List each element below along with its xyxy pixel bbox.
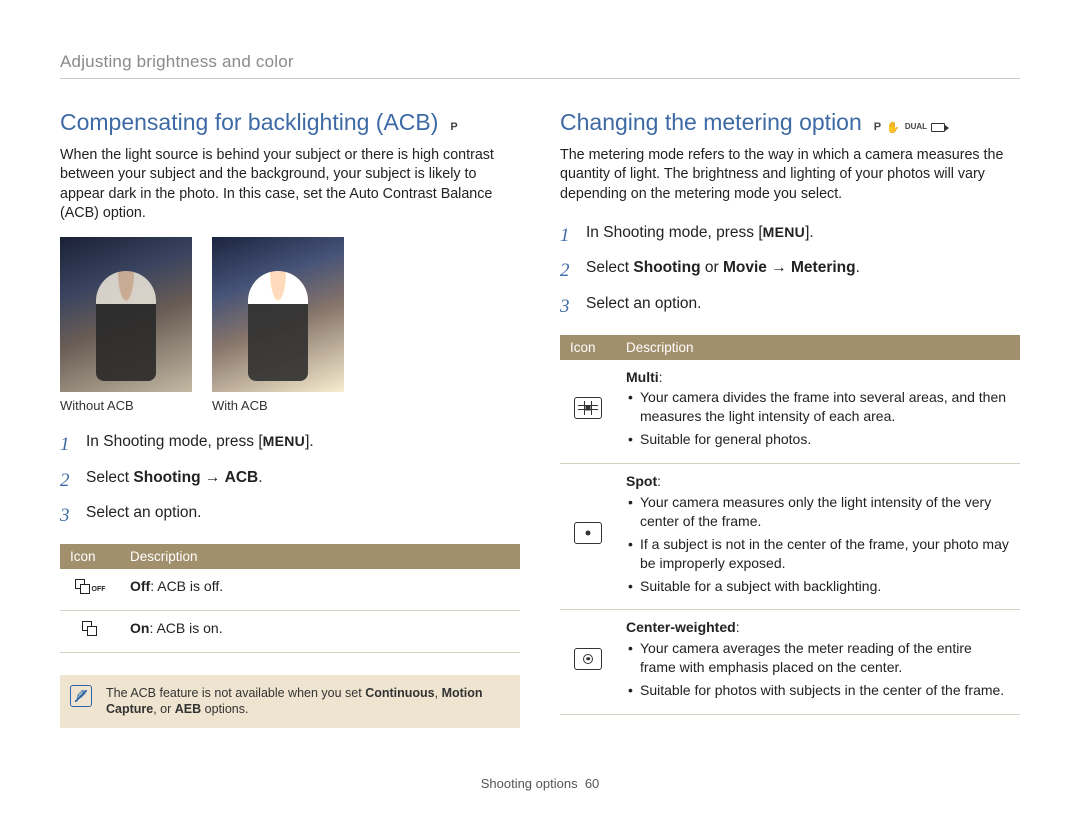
acb-options-table: Icon Description OFF Off: ACB is off. On… [60,544,520,653]
th-desc: Description [616,335,1020,360]
mode-scene-icon: ✋ [886,121,901,134]
mode-p: P [874,121,882,133]
acb-on-icon [60,610,120,652]
step-number: 2 [560,257,576,285]
metering-spot-icon [560,464,616,610]
acb-off-icon: OFF [60,569,120,610]
t: In Shooting mode, press [ [86,433,263,450]
metering-heading: Changing the metering option P ✋ DUAL [560,109,1020,136]
th-icon: Icon [560,335,616,360]
photo-without-acb: Without ACB [60,237,192,413]
th-icon: Icon [60,544,120,569]
caption-with: With ACB [212,398,344,413]
metering-intro: The metering mode refers to the way in w… [560,146,1020,204]
table-row: Multi: Your camera divides the frame int… [560,360,1020,464]
step-text: Select an option. [586,293,701,321]
page-footer: Shooting options 60 [0,776,1080,791]
bullet: If a subject is not in the center of the… [626,535,1010,573]
t: . [856,259,860,276]
metering-step-2: 2 Select Shooting or Movie → Metering. [560,257,1020,285]
bullet: Your camera averages the meter reading o… [626,639,1010,677]
mode-dual-icon: DUAL [905,122,927,131]
t: Select [586,259,633,276]
acb-note: The ACB feature is not available when yo… [60,675,520,729]
table-row: Center-weighted: Your camera averages th… [560,610,1020,715]
acb-steps: 1 In Shooting mode, press [MENU]. 2 Sele… [60,431,520,530]
mode-movie-icon [931,123,945,132]
t: Shooting [633,259,700,276]
metering-center-icon [560,610,616,715]
caption-without: Without ACB [60,398,192,413]
metering-step-3: 3 Select an option. [560,293,1020,321]
step-text: In Shooting mode, press [MENU]. [586,222,814,250]
t: In Shooting mode, press [ [586,224,763,241]
note-icon [70,685,92,707]
menu-key: MENU [263,433,305,449]
step-number: 1 [60,431,76,459]
metering-multi-icon [560,360,616,464]
metering-options-table: Icon Description Multi: Your camera divi… [560,335,1020,715]
t: ]. [305,433,314,450]
footer-page-number: 60 [585,776,599,791]
step-text: In Shooting mode, press [MENU]. [86,431,314,459]
acb-step-1: 1 In Shooting mode, press [MENU]. [60,431,520,459]
acb-step-3: 3 Select an option. [60,502,520,530]
acb-on-desc: On: ACB is on. [120,610,520,652]
t: ]. [805,224,814,241]
step-number: 2 [60,467,76,495]
metering-center-desc: Center-weighted: Your camera averages th… [616,610,1020,715]
acb-example-photos: Without ACB With ACB [60,237,520,413]
t: or [701,259,723,276]
t: Movie [723,259,767,276]
metering-step-1: 1 In Shooting mode, press [MENU]. [560,222,1020,250]
t: Select [86,469,133,486]
table-row: Spot: Your camera measures only the ligh… [560,464,1020,610]
note-text: The ACB feature is not available when yo… [106,686,483,717]
sample-photo-bright [212,237,344,392]
t: . [258,469,262,486]
table-row: On: ACB is on. [60,610,520,652]
bullet: Suitable for a subject with backlighting… [626,577,1010,596]
acb-intro: When the light source is behind your sub… [60,146,520,223]
t: ACB [225,469,259,486]
metering-title-text: Changing the metering option [560,109,862,136]
breadcrumb: Adjusting brightness and color [60,52,1020,79]
menu-key: MENU [763,224,805,240]
metering-multi-desc: Multi: Your camera divides the frame int… [616,360,1020,464]
step-text: Select an option. [86,502,201,530]
acb-title-text: Compensating for backlighting (ACB) [60,109,438,136]
left-column: Compensating for backlighting (ACB) P Wh… [60,109,520,728]
bullet: Your camera measures only the light inte… [626,493,1010,531]
bullet: Suitable for general photos. [626,430,1010,449]
metering-mode-glyphs: P ✋ DUAL [874,121,945,134]
step-number: 3 [560,293,576,321]
acb-mode-glyphs: P [450,121,458,133]
content-columns: Compensating for backlighting (ACB) P Wh… [60,109,1020,728]
bullet: Your camera divides the frame into sever… [626,388,1010,426]
photo-with-acb: With ACB [212,237,344,413]
bullet: Suitable for photos with subjects in the… [626,681,1010,700]
th-desc: Description [120,544,520,569]
arrow-icon: → [767,259,791,276]
step-text: Select Shooting or Movie → Metering. [586,257,860,285]
metering-spot-desc: Spot: Your camera measures only the ligh… [616,464,1020,610]
step-number: 3 [60,502,76,530]
table-row: OFF Off: ACB is off. [60,569,520,610]
acb-off-desc: Off: ACB is off. [120,569,520,610]
arrow-icon: → [201,469,225,486]
step-text: Select Shooting → ACB. [86,467,263,495]
t: Shooting [133,469,200,486]
sample-photo-dark [60,237,192,392]
step-number: 1 [560,222,576,250]
acb-heading: Compensating for backlighting (ACB) P [60,109,520,136]
acb-step-2: 2 Select Shooting → ACB. [60,467,520,495]
metering-steps: 1 In Shooting mode, press [MENU]. 2 Sele… [560,222,1020,321]
right-column: Changing the metering option P ✋ DUAL The… [560,109,1020,728]
t: Metering [791,259,856,276]
footer-section: Shooting options [481,776,578,791]
